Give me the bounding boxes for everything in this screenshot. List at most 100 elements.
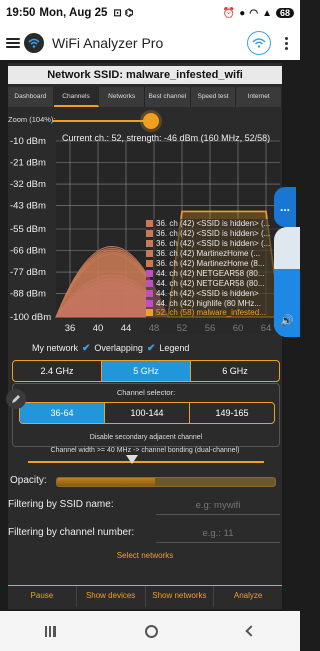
zoom-slider-track[interactable]	[52, 120, 152, 122]
check-overlapping-label[interactable]: Overlapping	[94, 343, 143, 353]
y-tick-label: -10 dBm	[10, 136, 46, 147]
bottom-action-bar: Pause Show devices Show networks Analyze	[8, 585, 282, 607]
back-icon[interactable]	[245, 625, 257, 637]
legend-swatch	[146, 220, 153, 228]
app-bar: WiFi Analyzer Pro	[0, 26, 300, 60]
channel-width-label: Channel width >= 40 MHz -> channel bondi…	[50, 447, 240, 454]
check-legend-label[interactable]: Legend	[159, 343, 189, 353]
tab-bar: Dashboard Channels Networks Best channel…	[8, 87, 283, 107]
zoom-slider-thumb[interactable]	[143, 113, 159, 129]
globe-icon[interactable]	[247, 31, 271, 55]
check-my-network-label[interactable]: My network	[32, 343, 78, 353]
channel-range-149-165[interactable]: 149-165	[190, 403, 274, 423]
show-networks-button[interactable]: Show networks	[146, 586, 215, 607]
band-2-4ghz[interactable]: 2.4 GHz	[13, 361, 102, 381]
band-selector: 2.4 GHz 5 GHz 6 GHz	[12, 360, 280, 382]
legend-label: 36. ch (42) <SSID is hidden> (...	[156, 229, 271, 239]
legend-item: 36. ch (42) <SSID is hidden> (...	[146, 229, 278, 239]
zoom-label: Zoom (104%):	[8, 115, 56, 124]
legend-swatch	[146, 240, 153, 248]
channel-selector: Channel selector: 36-64 100-144 149-165 …	[12, 383, 280, 447]
ssid-header: Network SSID: malware_infested_wifi	[8, 66, 282, 84]
legend-label: 36. ch (42) MartinezHome (8...	[156, 259, 265, 268]
legend-item: 44. ch (42) <SSID is hidden>	[146, 288, 278, 298]
legend-swatch	[146, 269, 153, 277]
channel-width-control: Channel width >= 40 MHz -> channel bondi…	[8, 447, 282, 471]
menu-icon[interactable]	[6, 38, 20, 48]
app-title: WiFi Analyzer Pro	[52, 35, 164, 51]
channel-width-track[interactable]	[28, 461, 264, 463]
side-panel-handle[interactable]: ...	[274, 187, 296, 227]
y-tick-label: -66 dBm	[10, 246, 46, 257]
legend-swatch	[146, 309, 153, 317]
legend-label: 44. ch (42) <SSID is hidden>	[156, 288, 259, 298]
volume-icon: 🔊	[280, 315, 294, 327]
pencil-icon[interactable]	[6, 389, 26, 409]
legend-label: 52. ch (58) malware_infested...	[156, 308, 266, 318]
channel-selector-label: Channel selector:	[116, 388, 176, 397]
channel-range-36-64[interactable]: 36-64	[20, 403, 105, 423]
legend-label: 44. ch (42) NETGEAR58 (80...	[156, 268, 265, 278]
analyze-button[interactable]: Analyze	[214, 586, 282, 607]
band-5ghz[interactable]: 5 GHz	[102, 361, 191, 381]
opacity-label: Opacity:	[10, 475, 47, 486]
home-icon[interactable]	[144, 624, 158, 638]
disable-adjacent-toggle[interactable]: Disable secondary adjacent channel	[13, 434, 279, 441]
location-icon: ●	[239, 7, 246, 19]
status-time: 19:50	[6, 7, 36, 19]
status-bar: 19:50 Mon, Aug 25 ⊡ ⌬ ⏰ ● ◠ ▲ 68	[0, 0, 300, 26]
x-tick-label: 44	[121, 323, 132, 334]
pause-button[interactable]: Pause	[8, 586, 77, 607]
channel-range-100-144[interactable]: 100-144	[105, 403, 190, 423]
channel-filter-row: Filtering by channel number:	[8, 523, 282, 545]
wifi-status-icon: ◠	[249, 7, 259, 19]
signal-icon: ▲	[262, 7, 272, 19]
tab-speed-test[interactable]: Speed test	[191, 87, 237, 107]
y-tick-label: -55 dBm	[10, 224, 46, 235]
check-legend-icon[interactable]: ✔	[147, 343, 155, 354]
tab-internet[interactable]: Internet	[236, 87, 283, 107]
overflow-menu-icon[interactable]	[285, 36, 288, 50]
ssid-filter-input[interactable]	[156, 497, 280, 515]
y-tick-label: -100 dBm	[10, 312, 51, 323]
y-tick-label: -77 dBm	[10, 267, 46, 278]
x-tick-label: 36	[65, 323, 76, 334]
zoom-control: Zoom (104%):	[8, 111, 282, 129]
opacity-slider[interactable]	[56, 477, 276, 487]
channel-filter-label: Filtering by channel number:	[8, 527, 135, 538]
tab-best-channel[interactable]: Best channel	[145, 87, 191, 107]
legend-item: 36. ch (42) MartinezHome (...	[146, 249, 278, 259]
legend-item: 36. ch (42) MartinezHome (8...	[146, 259, 278, 269]
legend-item: 52. ch (58) malware_infested...	[146, 308, 278, 318]
legend-swatch	[146, 299, 153, 307]
legend-label: 44. ch (42) NETGEAR58 (80...	[156, 278, 265, 288]
recent-apps-icon[interactable]	[44, 625, 56, 637]
legend-swatch	[146, 289, 153, 297]
select-networks-link[interactable]: Select networks	[8, 551, 282, 560]
check-overlapping-icon[interactable]: ✔	[82, 343, 90, 354]
opacity-slider-fill	[57, 478, 156, 486]
legend-label: 36. ch (42) MartinezHome (...	[156, 249, 261, 259]
tab-dashboard[interactable]: Dashboard	[8, 87, 54, 107]
y-tick-label: -32 dBm	[10, 179, 46, 190]
battery-icon: 68	[275, 8, 294, 18]
opacity-control: Opacity:	[8, 473, 282, 491]
channel-width-thumb[interactable]	[126, 455, 138, 464]
legend-label: 36. ch (42) <SSID is hidden> (...	[156, 219, 271, 229]
ssid-filter-label: Filtering by SSID name:	[8, 499, 114, 510]
legend-label: 36. ch (42) <SSID is hidden> (...	[156, 239, 271, 249]
legend-swatch	[146, 230, 153, 238]
band-6ghz[interactable]: 6 GHz	[191, 361, 279, 381]
legend-swatch	[146, 279, 153, 287]
tab-channels[interactable]: Channels	[53, 87, 100, 107]
chart-options: My network ✔ Overlapping ✔ Legend	[8, 340, 282, 356]
channel-filter-input[interactable]	[156, 525, 280, 543]
channel-range-selector: 36-64 100-144 149-165	[19, 402, 275, 424]
y-tick-label: -88 dBm	[10, 289, 46, 300]
tab-networks[interactable]: Networks	[99, 87, 146, 107]
ssid-filter-row: Filtering by SSID name:	[8, 495, 282, 517]
legend-item: 44. ch (42) highlife (80 MHz...	[146, 298, 278, 308]
show-devices-button[interactable]: Show devices	[77, 586, 146, 607]
alarm-icon: ⏰	[222, 7, 236, 19]
legend-label: 44. ch (42) highlife (80 MHz...	[156, 298, 261, 308]
